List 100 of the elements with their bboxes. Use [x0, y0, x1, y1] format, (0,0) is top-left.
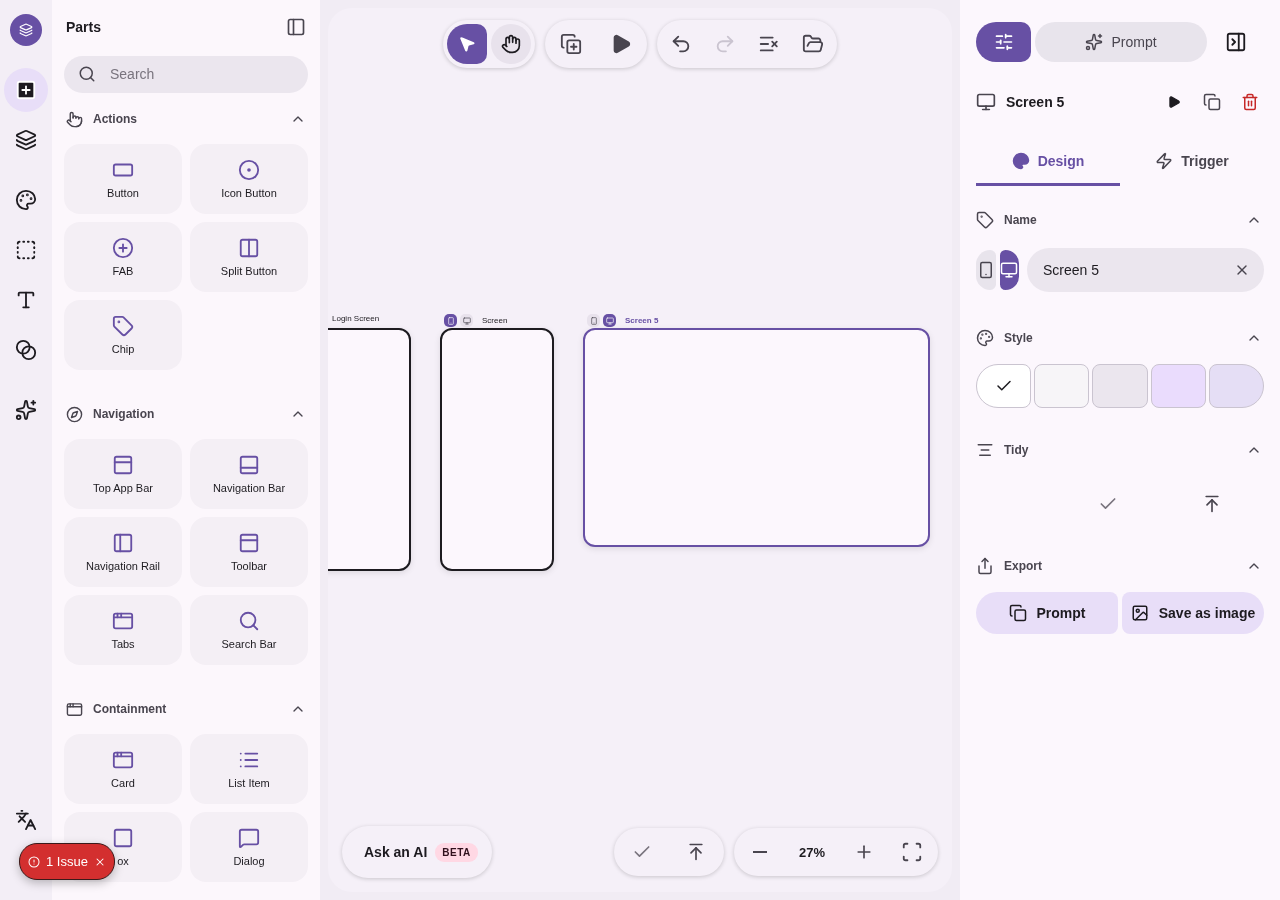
- device-toggle[interactable]: [460, 314, 473, 327]
- dashed-square-icon: [15, 239, 37, 261]
- frame-label: Login Screen: [332, 314, 380, 323]
- section-title: Tidy: [1004, 443, 1030, 457]
- component-card[interactable]: Toolbar: [190, 517, 308, 587]
- screen-frame[interactable]: [583, 328, 930, 547]
- device-toggle[interactable]: [976, 250, 996, 290]
- ask-ai-button[interactable]: Ask an AI BETA: [342, 826, 492, 878]
- section-title: Navigation: [93, 407, 156, 421]
- align-center-icon: [976, 441, 994, 459]
- palette-icon: [976, 329, 994, 347]
- layers-icon: [15, 129, 37, 151]
- prompt-mode-button[interactable]: Prompt: [1035, 22, 1207, 62]
- palette-icon: [1011, 151, 1030, 170]
- export-button[interactable]: Save as image: [1122, 592, 1264, 634]
- square-icon: [112, 827, 134, 849]
- hand-icon: [501, 34, 521, 54]
- folder-icon: [802, 33, 824, 55]
- section-title: Actions: [93, 112, 138, 126]
- component-card[interactable]: Navigation Bar: [190, 439, 308, 509]
- tab[interactable]: Trigger: [1120, 138, 1264, 186]
- text-icon: [15, 289, 37, 311]
- speech-bubble-icon: [238, 827, 260, 849]
- screen-title: Screen 5: [1006, 94, 1066, 110]
- pointer-icon: [458, 35, 476, 53]
- circles-icon: [15, 339, 37, 361]
- align-top-icon: [1202, 494, 1222, 514]
- component-card[interactable]: Search Bar: [190, 595, 308, 665]
- plus-circle-icon: [112, 237, 134, 259]
- section-title: Name: [1004, 213, 1038, 227]
- component-card[interactable]: Tabs: [64, 595, 182, 665]
- component-card[interactable]: FAB: [64, 222, 182, 292]
- undo-icon: [670, 33, 692, 55]
- window-icon: [112, 749, 134, 771]
- minus-icon: [753, 851, 767, 853]
- monitor-icon: [976, 92, 996, 112]
- issue-toast[interactable]: 1 Issue: [19, 843, 115, 880]
- export-button[interactable]: Prompt: [976, 592, 1118, 634]
- window-icon: [66, 700, 83, 718]
- panel-title: Parts: [66, 18, 102, 35]
- search-icon: [238, 610, 260, 632]
- radio-circle-icon: [238, 159, 260, 181]
- component-card[interactable]: Split Button: [190, 222, 308, 292]
- name-field[interactable]: Screen 5: [1041, 261, 1226, 279]
- translate-icon: [15, 809, 37, 831]
- copy-icon: [1008, 604, 1027, 622]
- add-icon: [15, 79, 37, 101]
- style-swatch[interactable]: [1150, 364, 1206, 408]
- sliders-icon: [993, 32, 1014, 52]
- copy-icon: [1203, 93, 1221, 111]
- search-icon: [78, 65, 96, 84]
- section-title: Style: [1004, 331, 1034, 345]
- bottom-panel-icon: [238, 454, 260, 476]
- component-card[interactable]: Chip: [64, 300, 182, 370]
- add-screen-icon: [560, 33, 582, 55]
- component-card[interactable]: Icon Button: [190, 144, 308, 214]
- component-card[interactable]: Button: [64, 144, 182, 214]
- style-swatch[interactable]: [1208, 364, 1264, 408]
- device-toggle[interactable]: [444, 314, 457, 327]
- device-toggle[interactable]: [603, 314, 616, 327]
- columns-icon: [238, 237, 260, 259]
- lightning-icon: [1155, 151, 1174, 170]
- style-swatch[interactable]: [1034, 364, 1090, 408]
- compass-icon: [66, 405, 83, 423]
- play-icon: [1167, 95, 1181, 109]
- left-panel-icon: [112, 532, 134, 554]
- share-icon: [976, 557, 994, 575]
- pointer-hand-icon: [66, 110, 83, 128]
- name-box[interactable]: Screen 5: [1027, 248, 1264, 292]
- settings-mode-button[interactable]: [976, 22, 1031, 62]
- fit-screen-icon: [901, 841, 923, 863]
- component-card[interactable]: Dialog: [190, 812, 308, 882]
- style-swatch[interactable]: [976, 364, 1032, 408]
- top-panel-icon: [112, 454, 134, 476]
- component-card[interactable]: Card: [64, 734, 182, 804]
- redo-icon: [714, 33, 736, 55]
- tag-icon: [976, 211, 994, 229]
- button-label: Ask an AI: [364, 844, 428, 860]
- sidebar-icon: [1225, 31, 1247, 53]
- tag-icon: [112, 315, 134, 337]
- device-toggle[interactable]: [587, 314, 600, 327]
- component-card[interactable]: Navigation Rail: [64, 517, 182, 587]
- search-bar[interactable]: Search: [64, 55, 308, 93]
- alert-icon: [28, 854, 41, 869]
- app-logo[interactable]: [10, 14, 42, 46]
- sidebar-icon: [286, 16, 306, 37]
- style-swatch[interactable]: [1092, 364, 1148, 408]
- device-toggle[interactable]: [999, 250, 1019, 290]
- phone-icon: [589, 316, 598, 325]
- component-card[interactable]: List Item: [190, 734, 308, 804]
- select-tool[interactable]: [447, 24, 487, 64]
- screen-frame[interactable]: [440, 328, 554, 571]
- component-card[interactable]: Top App Bar: [64, 439, 182, 509]
- monitor-icon: [605, 316, 614, 325]
- rail-button[interactable]: [4, 68, 48, 112]
- search-field[interactable]: Search: [108, 65, 288, 84]
- tab[interactable]: Design: [976, 138, 1120, 186]
- hand-tool[interactable]: [491, 24, 531, 64]
- image-icon: [1130, 604, 1149, 622]
- monitor-icon: [462, 316, 471, 325]
